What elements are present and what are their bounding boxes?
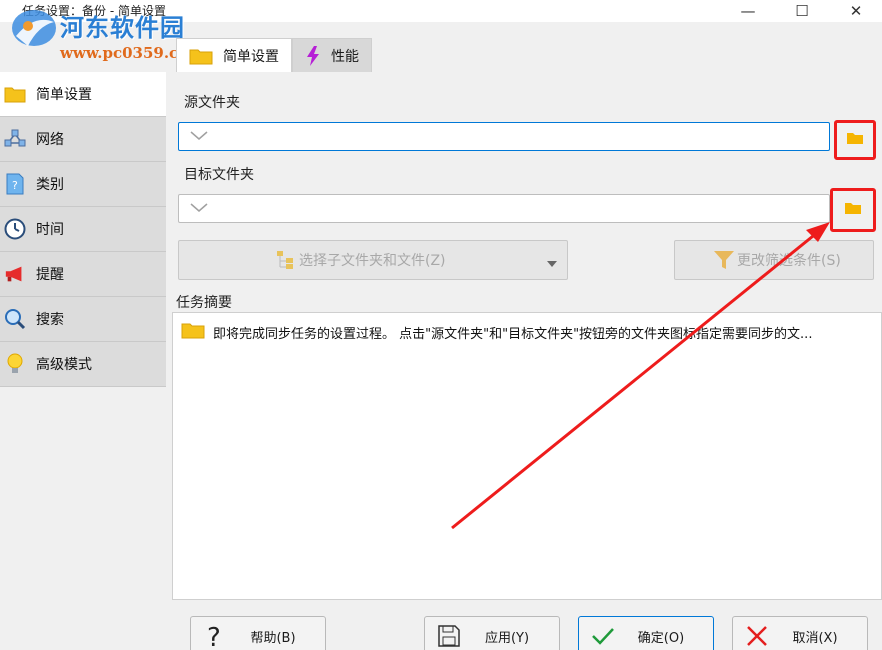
- checkmark-icon: [583, 626, 623, 646]
- dropdown-arrow-icon: [547, 255, 557, 271]
- sidebar-item-search[interactable]: 搜索: [0, 297, 166, 342]
- target-folder-browse-button[interactable]: [830, 188, 876, 232]
- task-settings-window: 任务设置：备份 - 简单设置 — ☐ ✕ 河东软件园 www.pc0359.cn…: [0, 0, 882, 650]
- task-summary-label: 任务摘要: [176, 295, 232, 311]
- close-icon: [737, 625, 777, 647]
- folder-icon: [844, 201, 862, 219]
- sidebar-item-label: 提醒: [36, 267, 64, 283]
- sidebar-item-network[interactable]: 网络: [0, 117, 166, 162]
- apply-button-label: 应用(Y): [484, 630, 530, 646]
- sidebar-item-label: 网络: [36, 132, 64, 148]
- folder-icon: [846, 131, 864, 149]
- category-icon: ?: [4, 173, 26, 195]
- folder-icon: [4, 83, 26, 105]
- tab-simple-settings[interactable]: 简单设置: [176, 38, 292, 73]
- task-summary-box: 即将完成同步任务的设置过程。 点击"源文件夹"和"目标文件夹"按钮旁的文件夹图标…: [172, 312, 882, 600]
- tab-label: 性能: [331, 48, 359, 65]
- sidebar-item-label: 高级模式: [36, 357, 92, 373]
- sidebar-item-label: 类别: [36, 177, 64, 193]
- source-folder-combo[interactable]: [178, 122, 830, 151]
- svg-text:?: ?: [12, 179, 18, 192]
- simple-settings-panel: 源文件夹 目标文件夹 选择子文件夹和文件(Z) 更改筛选条件(S) 任务摘要 即…: [172, 72, 882, 600]
- change-filter-label: 更改筛选条件(S): [737, 253, 841, 269]
- question-icon: ?: [195, 622, 235, 650]
- ok-button[interactable]: 确定(O): [578, 616, 714, 650]
- sidebar-item-time[interactable]: 时间: [0, 207, 166, 252]
- svg-text:?: ?: [207, 623, 221, 650]
- watermark-brand: 河东软件园: [60, 13, 185, 42]
- ok-button-label: 确定(O): [637, 630, 685, 646]
- lightbulb-icon: [4, 353, 26, 375]
- select-subfolders-button[interactable]: 选择子文件夹和文件(Z): [178, 240, 568, 280]
- watermark-url: www.pc0359.cn: [60, 44, 190, 62]
- help-button-label: 帮助(B): [250, 630, 296, 646]
- target-folder-label: 目标文件夹: [184, 167, 254, 183]
- change-filter-button[interactable]: 更改筛选条件(S): [674, 240, 874, 280]
- tab-label: 简单设置: [223, 49, 279, 65]
- save-icon: [429, 625, 469, 647]
- sidebar-item-label: 搜索: [36, 312, 64, 328]
- tree-icon: [275, 249, 297, 271]
- clock-icon: [4, 218, 26, 240]
- megaphone-icon: [4, 263, 26, 285]
- sidebar: 简单设置 网络 ? 类别 时间 提醒 搜索 高级模式: [0, 72, 166, 387]
- summary-text: 即将完成同步任务的设置过程。 点击"源文件夹"和"目标文件夹"按钮旁的文件夹图标…: [213, 326, 813, 342]
- network-icon: [4, 128, 26, 150]
- folder-icon: [189, 47, 213, 65]
- help-button[interactable]: ? 帮助(B): [190, 616, 326, 650]
- sidebar-item-label: 简单设置: [36, 87, 92, 103]
- target-folder-combo[interactable]: [178, 194, 830, 223]
- cancel-button[interactable]: 取消(X): [732, 616, 868, 650]
- sidebar-item-label: 时间: [36, 222, 64, 238]
- cancel-button-label: 取消(X): [792, 630, 838, 646]
- close-window-button[interactable]: ✕: [830, 0, 882, 22]
- tab-bar: 简单设置 性能: [176, 38, 372, 73]
- watermark-logo-icon: [12, 10, 56, 46]
- minimize-button[interactable]: —: [722, 0, 774, 22]
- filter-icon: [713, 249, 735, 271]
- chevron-down-icon: [189, 130, 209, 146]
- apply-button[interactable]: 应用(Y): [424, 616, 560, 650]
- watermark: 河东软件园 www.pc0359.cn: [0, 2, 200, 66]
- select-subfolders-label: 选择子文件夹和文件(Z): [299, 253, 446, 269]
- folder-icon: [181, 321, 205, 343]
- sidebar-item-advanced-mode[interactable]: 高级模式: [0, 342, 166, 387]
- sidebar-item-category[interactable]: ? 类别: [0, 162, 166, 207]
- maximize-button[interactable]: ☐: [776, 0, 828, 22]
- source-folder-label: 源文件夹: [184, 95, 240, 111]
- chevron-down-icon: [189, 202, 209, 218]
- sidebar-item-reminder[interactable]: 提醒: [0, 252, 166, 297]
- source-folder-browse-button[interactable]: [834, 120, 876, 160]
- sidebar-item-simple-settings[interactable]: 简单设置: [0, 72, 166, 117]
- search-icon: [4, 308, 26, 330]
- lightning-icon: [305, 45, 321, 67]
- tab-performance[interactable]: 性能: [292, 38, 372, 72]
- summary-item: 即将完成同步任务的设置过程。 点击"源文件夹"和"目标文件夹"按钮旁的文件夹图标…: [181, 321, 812, 343]
